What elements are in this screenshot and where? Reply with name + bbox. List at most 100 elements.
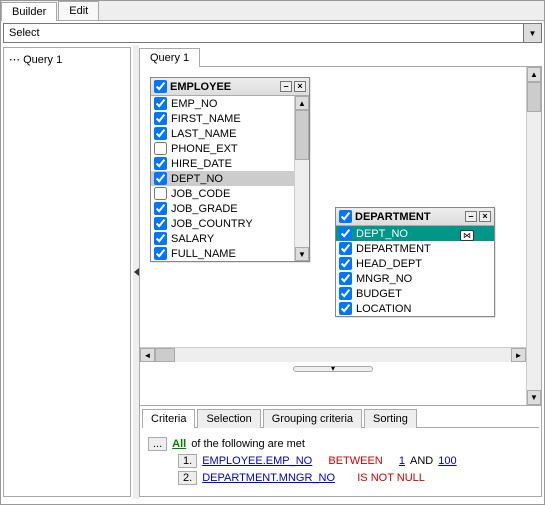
column-row[interactable]: JOB_COUNTRY bbox=[151, 216, 294, 231]
scroll-left-icon[interactable]: ◄ bbox=[140, 348, 155, 362]
tab-selection[interactable]: Selection bbox=[197, 409, 260, 428]
inner-tabs: Query 1 bbox=[139, 47, 542, 67]
close-icon[interactable]: × bbox=[294, 81, 306, 92]
column-row[interactable]: FULL_NAME bbox=[151, 246, 294, 261]
column-label: LAST_NAME bbox=[171, 128, 236, 140]
column-row[interactable]: LOCATION bbox=[336, 301, 494, 316]
column-checkbox[interactable] bbox=[339, 257, 352, 270]
tab-grouping[interactable]: Grouping criteria bbox=[263, 409, 362, 428]
column-row[interactable]: PHONE_EXT bbox=[151, 141, 294, 156]
column-row[interactable]: DEPT_NO bbox=[151, 171, 294, 186]
criteria-op-1[interactable]: BETWEEN bbox=[328, 455, 382, 467]
criteria-all-link[interactable]: All bbox=[172, 438, 186, 450]
query-tree: ⋯ Query 1 bbox=[3, 47, 131, 497]
query-canvas[interactable]: EMPLOYEE – × EMP_NO FIRST_NAME LAST_NAMEPH… bbox=[139, 67, 542, 406]
criteria-row-button-1[interactable]: 1. bbox=[178, 454, 197, 468]
collapse-bar: ▾ bbox=[140, 365, 526, 373]
column-checkbox[interactable] bbox=[154, 142, 167, 155]
table-title-label: DEPARTMENT bbox=[355, 211, 463, 223]
column-row[interactable]: DEPARTMENT bbox=[336, 241, 494, 256]
criteria-root-text: of the following are met bbox=[191, 438, 305, 450]
criteria-op-2[interactable]: IS NOT NULL bbox=[357, 472, 425, 484]
column-row[interactable]: JOB_GRADE bbox=[151, 201, 294, 216]
tab-criteria[interactable]: Criteria bbox=[142, 409, 195, 428]
criteria-val1-1[interactable]: 1 bbox=[399, 455, 405, 467]
scroll-down-icon[interactable]: ▼ bbox=[295, 247, 309, 261]
column-row[interactable]: SALARY bbox=[151, 231, 294, 246]
column-checkbox[interactable] bbox=[154, 112, 167, 125]
column-checkbox[interactable] bbox=[154, 247, 167, 260]
column-label: JOB_COUNTRY bbox=[171, 218, 253, 230]
column-checkbox[interactable] bbox=[154, 157, 167, 170]
column-label: FIRST_NAME bbox=[171, 113, 241, 125]
scroll-up-icon[interactable]: ▲ bbox=[295, 96, 309, 110]
column-checkbox[interactable] bbox=[339, 242, 352, 255]
splitter-handle-icon bbox=[134, 268, 139, 276]
criteria-panel: Criteria Selection Grouping criteria Sor… bbox=[139, 406, 542, 497]
scroll-down-icon[interactable]: ▼ bbox=[527, 390, 541, 405]
column-row[interactable]: HIRE_DATE bbox=[151, 156, 294, 171]
table-title-employee[interactable]: EMPLOYEE – × bbox=[151, 78, 309, 96]
chevron-down-icon: ▼ bbox=[529, 29, 537, 38]
column-checkbox[interactable] bbox=[339, 302, 352, 315]
column-label: DEPT_NO bbox=[171, 173, 223, 185]
column-row[interactable]: FIRST_NAME bbox=[151, 111, 294, 126]
tab-sorting[interactable]: Sorting bbox=[364, 409, 417, 428]
join-tag-icon[interactable]: ⋈ bbox=[460, 230, 474, 241]
column-checkbox[interactable] bbox=[154, 217, 167, 230]
column-row[interactable]: BUDGET bbox=[336, 286, 494, 301]
minimize-icon[interactable]: – bbox=[280, 81, 292, 92]
column-checkbox[interactable] bbox=[154, 127, 167, 140]
column-label: LOCATION bbox=[356, 303, 411, 315]
scroll-up-icon[interactable]: ▲ bbox=[527, 67, 541, 82]
column-checkbox[interactable] bbox=[339, 287, 352, 300]
scroll-right-icon[interactable]: ► bbox=[511, 348, 526, 362]
column-checkbox[interactable] bbox=[154, 172, 167, 185]
select-label: Select bbox=[4, 24, 523, 42]
column-checkbox[interactable] bbox=[154, 202, 167, 215]
select-dropdown[interactable]: Select ▼ bbox=[3, 23, 542, 43]
scroll-thumb[interactable] bbox=[295, 110, 309, 160]
collapse-button[interactable]: ▾ bbox=[293, 366, 373, 372]
minimize-icon[interactable]: – bbox=[465, 211, 477, 222]
column-checkbox[interactable] bbox=[154, 232, 167, 245]
criteria-and: AND bbox=[410, 455, 433, 467]
column-row[interactable]: MNGR_NO bbox=[336, 271, 494, 286]
column-label: HIRE_DATE bbox=[171, 158, 232, 170]
scroll-thumb[interactable] bbox=[527, 82, 541, 112]
column-checkbox[interactable] bbox=[339, 227, 352, 240]
column-checkbox[interactable] bbox=[154, 97, 167, 110]
column-list-employee: EMP_NO FIRST_NAME LAST_NAMEPHONE_EXT HIRE_D… bbox=[151, 96, 294, 261]
column-checkbox[interactable] bbox=[339, 272, 352, 285]
outer-tabs: Builder Edit bbox=[1, 1, 544, 21]
scroll-thumb[interactable] bbox=[155, 348, 175, 362]
inner-tab-query1[interactable]: Query 1 bbox=[139, 48, 200, 67]
scrollbar-employee[interactable]: ▲ ▼ bbox=[294, 96, 309, 261]
table-title-department[interactable]: DEPARTMENT – × bbox=[336, 208, 494, 226]
table-check-department[interactable] bbox=[339, 210, 352, 223]
criteria-val2-1[interactable]: 100 bbox=[438, 455, 456, 467]
table-window-employee[interactable]: EMPLOYEE – × EMP_NO FIRST_NAME LAST_NAMEPH… bbox=[150, 77, 310, 262]
tree-node-query1[interactable]: ⋯ Query 1 bbox=[7, 51, 127, 68]
column-row[interactable]: HEAD_DEPT bbox=[336, 256, 494, 271]
table-check-employee[interactable] bbox=[154, 80, 167, 93]
canvas-hscroll[interactable]: ◄ ► bbox=[140, 347, 526, 362]
criteria-row-button-2[interactable]: 2. bbox=[178, 471, 197, 485]
column-row[interactable]: EMP_NO bbox=[151, 96, 294, 111]
column-label: SALARY bbox=[171, 233, 214, 245]
criteria-root-button[interactable]: ... bbox=[148, 437, 167, 451]
column-checkbox[interactable] bbox=[154, 187, 167, 200]
column-row[interactable]: LAST_NAME bbox=[151, 126, 294, 141]
column-row[interactable]: JOB_CODE bbox=[151, 186, 294, 201]
tab-builder[interactable]: Builder bbox=[1, 2, 57, 21]
criteria-field-2[interactable]: DEPARTMENT.MNGR_NO bbox=[202, 472, 335, 484]
column-label: DEPARTMENT bbox=[356, 243, 431, 255]
criteria-field-1[interactable]: EMPLOYEE.EMP_NO bbox=[202, 455, 312, 467]
close-icon[interactable]: × bbox=[479, 211, 491, 222]
canvas-vscroll[interactable]: ▲ ▼ bbox=[526, 67, 541, 405]
table-title-label: EMPLOYEE bbox=[170, 81, 278, 93]
select-dropdown-button[interactable]: ▼ bbox=[523, 24, 541, 42]
table-window-department[interactable]: DEPARTMENT – × DEPT_NODEPARTMENTHEAD_DEP… bbox=[335, 207, 495, 317]
tab-edit[interactable]: Edit bbox=[58, 1, 99, 20]
column-label: DEPT_NO bbox=[356, 228, 408, 240]
